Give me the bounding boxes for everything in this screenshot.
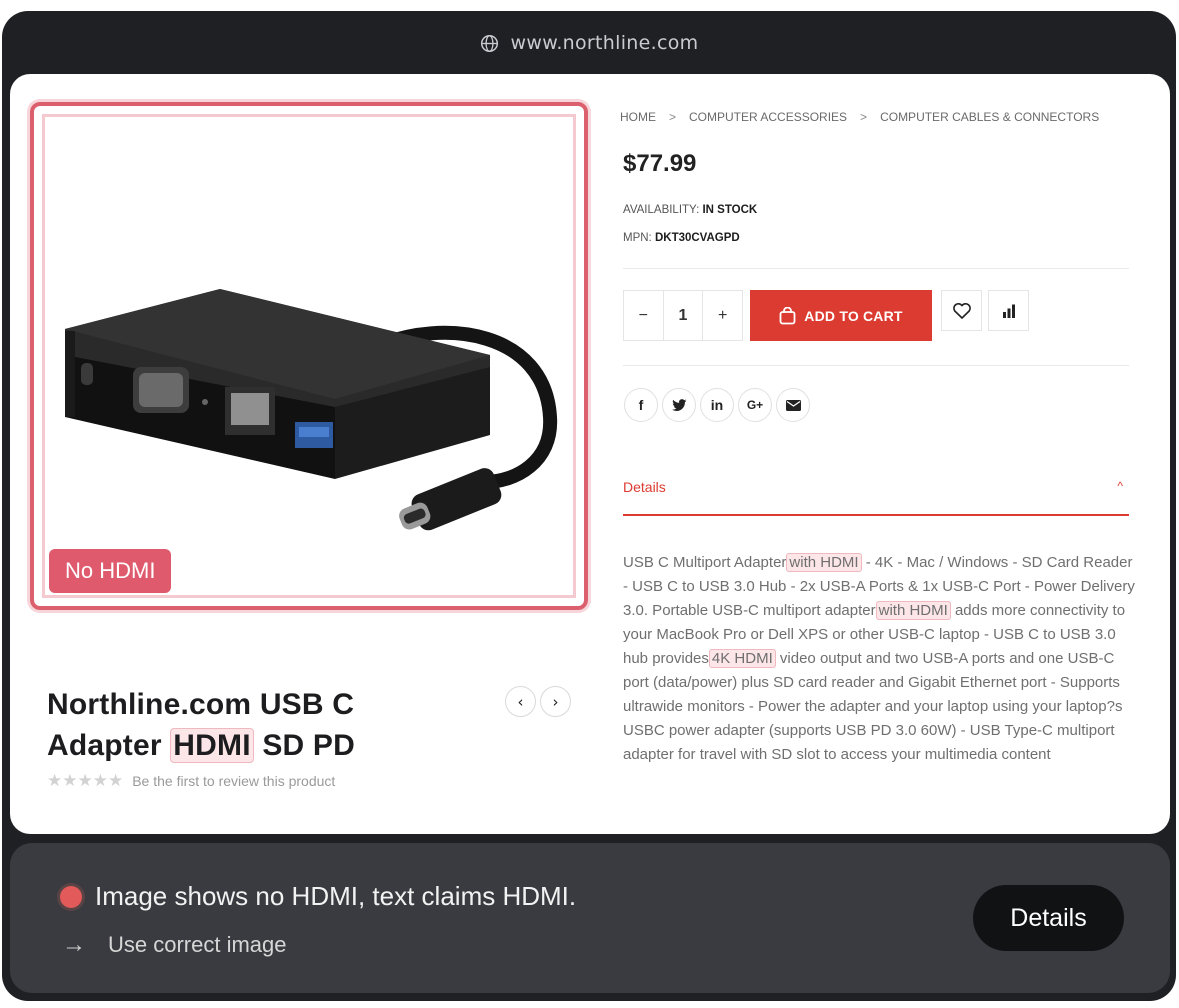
chevron-up-icon: ^	[1117, 479, 1123, 493]
no-hdmi-badge: No HDMI	[49, 549, 172, 593]
product-image[interactable]: No HDMI	[42, 114, 576, 598]
address-bar[interactable]: www.northline.com	[2, 11, 1176, 75]
product-title-part3: SD PD	[262, 729, 355, 762]
product-description: USB C Multiport Adapter with HDMI - 4K - …	[623, 551, 1135, 767]
quantity-decrease-button[interactable]: −	[624, 291, 663, 340]
linkedin-icon: in	[710, 397, 724, 413]
chevron-right-icon: ›	[552, 692, 559, 711]
availability-label: AVAILABILITY:	[623, 204, 700, 216]
availability-value: IN STOCK	[702, 204, 758, 216]
breadcrumb-home[interactable]: HOME	[620, 110, 656, 124]
mpn-label: MPN:	[623, 232, 652, 244]
prev-product-button[interactable]: ‹	[505, 686, 536, 717]
breadcrumb-chevron-icon: >	[860, 110, 868, 124]
wishlist-button[interactable]	[941, 290, 982, 331]
shopping-bag-icon	[779, 306, 796, 324]
breadcrumb-chevron-icon: >	[669, 110, 677, 124]
breadcrumb: HOME > COMPUTER ACCESSORIES > COMPUTER C…	[620, 110, 1099, 124]
globe-icon	[480, 34, 498, 52]
description-text: USB C Multiport Adapter	[623, 554, 787, 571]
issue-text: Image shows no HDMI, text claims HDMI.	[95, 881, 577, 911]
product-image-frame: No HDMI	[30, 102, 588, 610]
email-share-button[interactable]	[776, 388, 810, 422]
breadcrumb-computer-accessories[interactable]: COMPUTER ACCESSORIES	[689, 110, 847, 124]
product-price: $77.99	[623, 150, 697, 177]
chevron-left-icon: ‹	[517, 692, 524, 711]
social-share: f in G+	[624, 388, 810, 422]
divider	[623, 268, 1129, 269]
compare-button[interactable]	[988, 290, 1029, 331]
review-link[interactable]: Be the first to review this product	[132, 773, 335, 789]
facebook-share-button[interactable]: f	[624, 388, 658, 422]
quantity-stepper: − 1 +	[623, 290, 743, 341]
quantity-increase-button[interactable]: +	[703, 291, 742, 340]
url-text: www.northline.com	[510, 32, 699, 54]
mpn: MPN: DKT30CVAGPD	[623, 232, 740, 244]
google-plus-icon: G+	[746, 398, 764, 412]
add-to-cart-label: ADD TO CART	[804, 307, 903, 324]
usb-c-adapter-image	[65, 289, 558, 531]
availability: AVAILABILITY: IN STOCK	[623, 204, 757, 216]
hdmi-claim-highlight: 4K HDMI	[708, 649, 776, 668]
status-dot-icon	[60, 885, 82, 908]
hdmi-claim-highlight: with HDMI	[786, 553, 862, 572]
bar-chart-icon	[1002, 304, 1015, 318]
heart-icon	[952, 302, 971, 319]
tab-details[interactable]: Details ^	[623, 479, 1129, 516]
divider	[623, 365, 1129, 366]
product-nav: ‹ ›	[505, 686, 571, 717]
browser-frame: www.northline.com No HDMI Northline.com …	[2, 11, 1176, 1001]
details-tab-label: Details	[623, 479, 666, 495]
twitter-icon	[671, 398, 686, 411]
product-page: No HDMI Northline.com USB C Adapter HDMI…	[10, 74, 1170, 834]
hdmi-claim-highlight: with HDMI	[875, 601, 951, 620]
issue-panel: Image shows no HDMI, text claims HDMI. →…	[10, 843, 1170, 993]
product-title: Northline.com USB C Adapter HDMI SD PD	[47, 684, 427, 766]
quantity-input[interactable]: 1	[662, 291, 704, 340]
product-title-part1: Northline.com USB C	[47, 688, 355, 721]
product-title-highlight: HDMI	[170, 728, 254, 763]
facebook-icon: f	[638, 397, 644, 413]
star-rating-icons: ★★★★★	[47, 771, 124, 790]
details-button[interactable]: Details	[973, 885, 1124, 951]
suggestion-text: Use correct image	[108, 932, 287, 957]
breadcrumb-cables-connectors[interactable]: COMPUTER CABLES & CONNECTORS	[880, 110, 1099, 124]
suggestion: → Use correct image	[62, 931, 287, 959]
arrow-right-icon: →	[62, 931, 86, 958]
twitter-share-button[interactable]	[662, 388, 696, 422]
issue-message: Image shows no HDMI, text claims HDMI.	[60, 881, 576, 912]
next-product-button[interactable]: ›	[540, 686, 571, 717]
product-title-part2: Adapter	[47, 729, 162, 762]
linkedin-share-button[interactable]: in	[700, 388, 734, 422]
add-to-cart-button[interactable]: ADD TO CART	[750, 290, 932, 341]
mpn-value: DKT30CVAGPD	[654, 232, 740, 244]
googleplus-share-button[interactable]: G+	[738, 388, 772, 422]
envelope-icon	[785, 399, 801, 411]
rating-row: ★★★★★ Be the first to review this produc…	[47, 771, 335, 791]
